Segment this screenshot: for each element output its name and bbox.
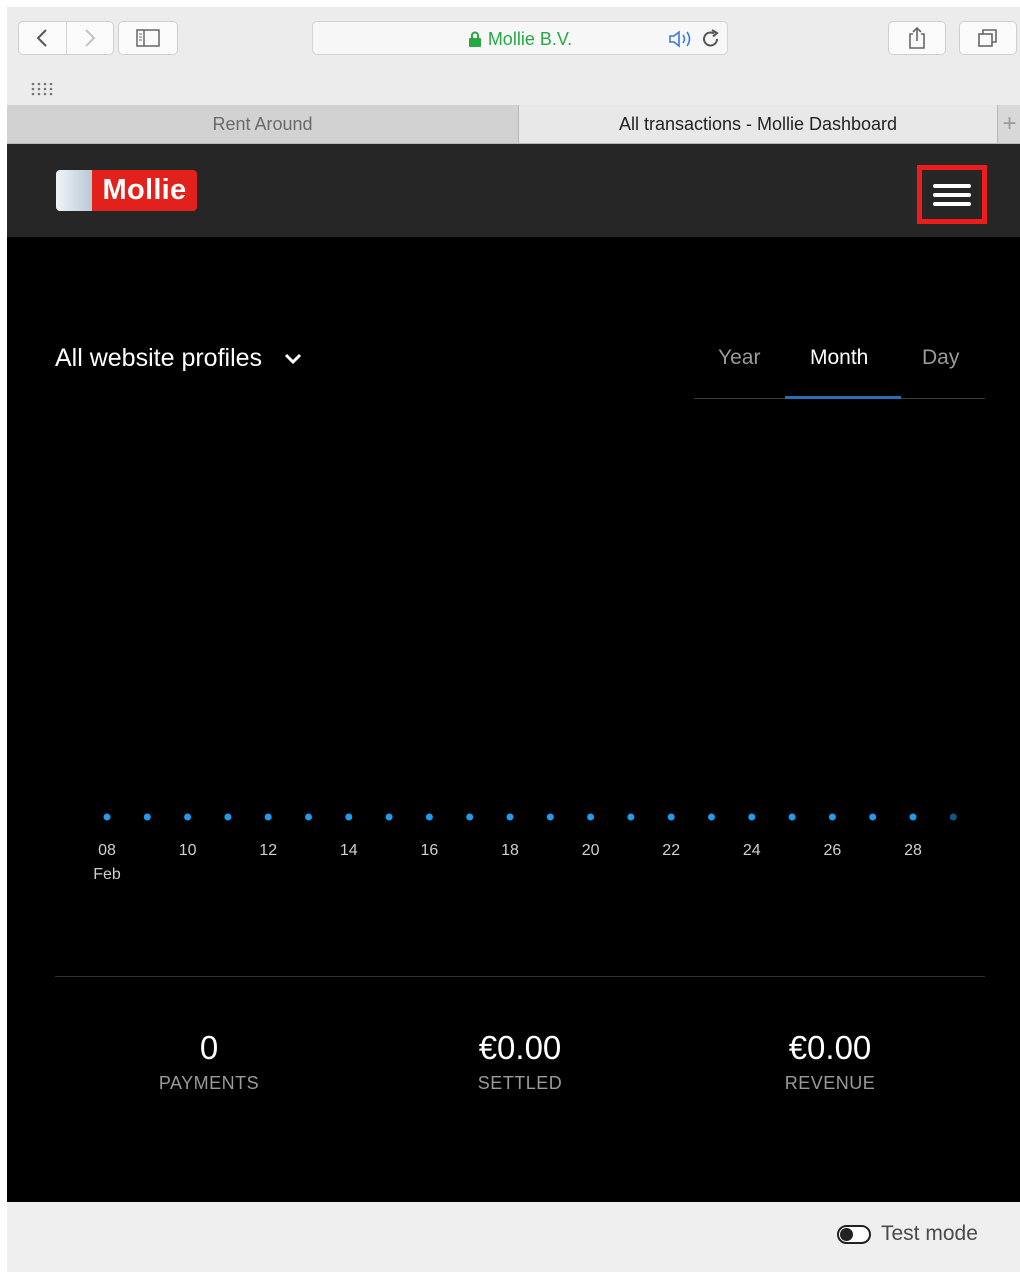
favorites-bar <box>7 71 1020 106</box>
share-button[interactable] <box>888 21 946 55</box>
stat-settled: €0.00 SETTLED <box>400 1029 640 1094</box>
chevron-right-icon <box>85 29 96 47</box>
data-point <box>546 813 554 821</box>
site-name: Mollie B.V. <box>487 28 573 49</box>
data-point <box>949 813 957 821</box>
toggle-switch[interactable] <box>837 1224 871 1244</box>
data-point <box>103 813 111 821</box>
data-point <box>667 813 675 821</box>
data-point <box>264 813 272 821</box>
mollie-logo[interactable]: Mollie <box>56 170 197 211</box>
address-bar[interactable]: Mollie B.V. <box>312 21 728 55</box>
sidebar-icon <box>136 29 160 47</box>
data-point <box>748 813 756 821</box>
test-mode-toggle[interactable]: Test mode <box>837 1222 978 1246</box>
navigation-buttons <box>18 21 114 55</box>
share-icon <box>909 26 925 49</box>
x-tick-label: 08 <box>98 842 116 859</box>
tab-year[interactable]: Year <box>718 346 760 370</box>
payments-label: PAYMENTS <box>158 1073 260 1093</box>
data-point <box>466 813 474 821</box>
transactions-chart: 08 10 12 14 16 18 20 22 24 26 28 Feb <box>93 813 957 883</box>
reload-icon <box>703 29 719 47</box>
data-point <box>627 813 635 821</box>
revenue-value: €0.00 <box>788 1029 872 1066</box>
data-point <box>708 813 715 821</box>
tab-mollie-dashboard[interactable]: All transactions - Mollie Dashboard <box>519 105 997 143</box>
profile-selector[interactable]: All website profiles <box>55 344 302 373</box>
data-point <box>828 813 836 821</box>
tab-rent-around[interactable]: Rent Around <box>7 105 519 143</box>
revenue-label: REVENUE <box>784 1073 876 1093</box>
data-point <box>909 813 917 821</box>
lock-icon <box>468 31 481 47</box>
hamburger-icon <box>933 179 971 211</box>
tab-day[interactable]: Day <box>922 346 959 370</box>
x-tick-label: 20 <box>582 842 600 859</box>
logo-text: Mollie <box>92 170 197 211</box>
tab-month[interactable]: Month <box>810 346 868 370</box>
grid-icon[interactable] <box>31 82 57 96</box>
browser-toolbar: Mollie B.V. <box>7 7 1020 72</box>
logo-square <box>56 170 92 211</box>
period-tabs: Year Month Day <box>694 346 985 399</box>
x-tick-label: 12 <box>259 842 277 859</box>
stat-revenue: €0.00 REVENUE <box>710 1029 950 1094</box>
x-tick-label: 16 <box>421 842 439 859</box>
test-mode-label: Test mode <box>881 1222 978 1245</box>
tab-bar: Rent Around All transactions - Mollie Da… <box>7 105 1020 144</box>
x-tick-label: 14 <box>340 842 358 859</box>
data-point <box>345 813 353 821</box>
data-point <box>184 813 192 821</box>
data-point <box>506 813 514 821</box>
divider <box>55 976 985 977</box>
audio-icon[interactable] <box>668 30 694 53</box>
data-point <box>788 813 796 821</box>
show-tabs-button[interactable] <box>959 21 1017 55</box>
data-point <box>224 813 232 821</box>
x-tick-label: 10 <box>179 842 197 859</box>
data-point <box>869 813 877 821</box>
settled-label: SETTLED <box>477 1073 563 1093</box>
x-tick-label: 22 <box>662 842 680 859</box>
tabs-icon <box>978 29 997 47</box>
new-tab-button[interactable]: + <box>997 105 1020 143</box>
data-point <box>385 813 393 821</box>
browser-window: Mollie B.V. Rent Around All transactions… <box>7 7 1020 1272</box>
chevron-left-icon <box>36 29 47 47</box>
app-header: Mollie <box>7 144 1020 237</box>
data-point <box>305 813 312 821</box>
x-month-label: Feb <box>93 866 121 883</box>
x-tick-label: 18 <box>501 842 519 859</box>
settled-value: €0.00 <box>478 1029 562 1066</box>
menu-button[interactable] <box>917 165 987 224</box>
reload-button[interactable] <box>700 28 722 55</box>
data-point <box>143 813 151 821</box>
forward-button[interactable] <box>65 22 114 54</box>
back-button[interactable] <box>19 22 66 54</box>
stat-payments: 0 PAYMENTS <box>89 1029 329 1094</box>
sidebar-button[interactable] <box>118 21 178 55</box>
toggle-knob <box>840 1227 853 1241</box>
data-point <box>425 813 433 821</box>
payments-value: 0 <box>199 1029 219 1066</box>
x-tick-label: 26 <box>824 842 842 859</box>
x-tick-label: 24 <box>743 842 761 859</box>
data-point <box>587 813 595 821</box>
x-tick-label: 28 <box>904 842 922 859</box>
profile-selector-label: All website profiles <box>55 344 263 372</box>
chevron-down-icon <box>284 353 302 364</box>
selected-tab-indicator <box>785 396 901 399</box>
footer-bar: Test mode <box>7 1202 1020 1272</box>
